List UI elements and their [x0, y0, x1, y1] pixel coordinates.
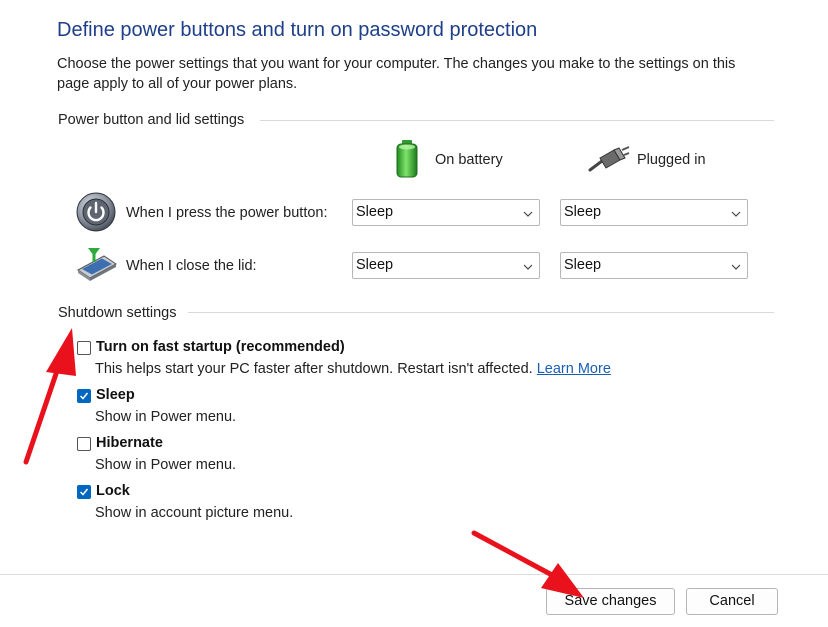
arrow-to-save-button-icon — [471, 530, 584, 598]
annotation-arrows — [23, 328, 584, 598]
arrow-to-fast-startup-icon — [23, 328, 76, 465]
